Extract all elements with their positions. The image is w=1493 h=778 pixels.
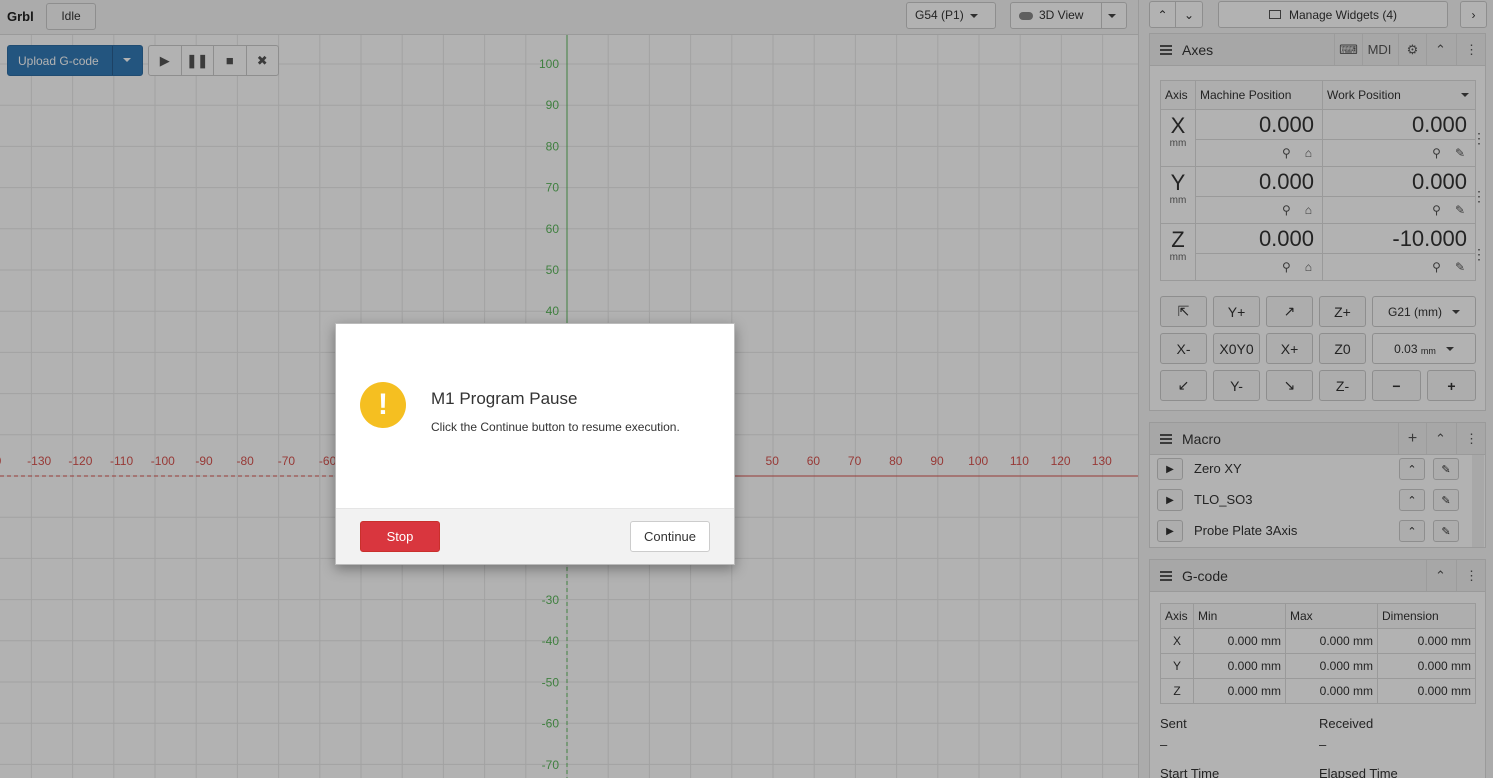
dialog-title: M1 Program Pause xyxy=(431,389,578,408)
dialog-message: Click the Continue button to resume exec… xyxy=(431,420,680,434)
warning-icon: ! xyxy=(360,382,406,428)
program-pause-dialog: ! M1 Program Pause Click the Continue bu… xyxy=(335,323,735,565)
dialog-footer: Stop Continue xyxy=(336,508,734,564)
modal-backdrop xyxy=(0,0,1493,778)
stop-button[interactable]: Stop xyxy=(360,521,440,552)
continue-button[interactable]: Continue xyxy=(630,521,710,552)
